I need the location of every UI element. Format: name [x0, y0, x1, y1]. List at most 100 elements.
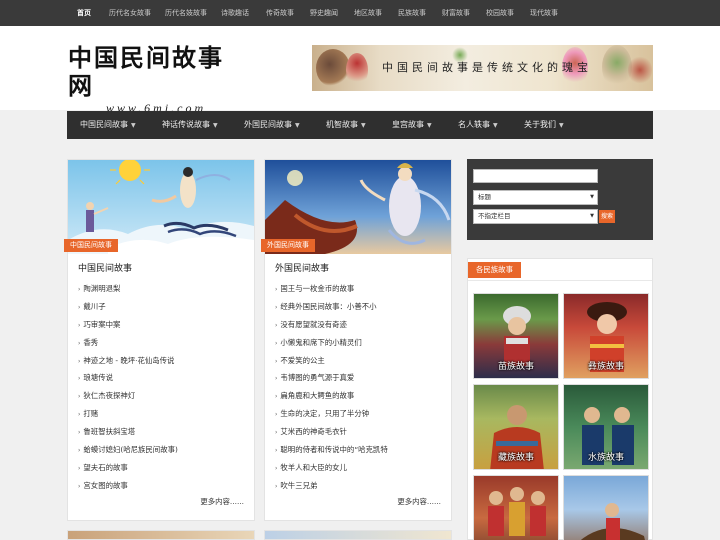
- thumb-caption: 藏族故事: [497, 453, 534, 463]
- bullet-arrow-icon: ›: [275, 447, 278, 455]
- chevron-down-icon: ▼: [295, 122, 300, 129]
- card-title[interactable]: 外国民间故事: [275, 261, 329, 274]
- thumb-caption: 苗族故事: [497, 362, 534, 372]
- nav-item-label: 关于我们: [524, 120, 556, 129]
- bullet-arrow-icon: ›: [275, 393, 278, 401]
- rider-photo: [580, 503, 645, 540]
- nav-item-label: 外国民间故事: [244, 120, 292, 129]
- thumb-yi[interactable]: 彝族故事: [563, 293, 649, 379]
- thumb-partial-2[interactable]: [563, 475, 649, 540]
- list-item[interactable]: › 望夫石的故事: [78, 459, 178, 477]
- topbar-link-home[interactable]: 首页: [77, 0, 91, 26]
- chevron-down-icon: ▼: [590, 194, 594, 200]
- list-item[interactable]: › 吹牛三兄弟: [275, 477, 388, 495]
- bullet-arrow-icon: ›: [78, 464, 81, 472]
- list-item[interactable]: › 宫女图的故事: [78, 477, 178, 495]
- header-banner: 中国民间故事是传统文化的瑰宝: [312, 45, 653, 91]
- list-item[interactable]: › 国王与一枚金币的故事: [275, 280, 388, 298]
- topbar-link-modern[interactable]: 现代故事: [530, 0, 558, 26]
- thumb-tibetan[interactable]: 藏族故事: [473, 384, 559, 470]
- thumb-shui[interactable]: 水族故事: [563, 384, 649, 470]
- list-item[interactable]: › 艾米西的神奇毛衣针: [275, 423, 388, 441]
- list-item[interactable]: › 巧审案中案: [78, 316, 178, 334]
- site-header: 中国民间故事网 www.6mj.com 中国民间故事是传统文化的瑰宝: [0, 26, 720, 116]
- story-list: › 陶渊明退梨 › 戴川子 › 巧审案中案 › 香秀 › 神迹之地 - 晚坪·花仙岛传说 …: [78, 280, 178, 495]
- category-badge[interactable]: 中国民间故事: [64, 239, 118, 252]
- thumb-miao[interactable]: 苗族故事: [473, 293, 559, 379]
- list-item[interactable]: › 鲁班智扶斜宝塔: [78, 423, 178, 441]
- bullet-arrow-icon: ›: [275, 321, 278, 329]
- nav-item-palace[interactable]: 皇宫故事 ▼: [392, 111, 432, 139]
- bullet-arrow-icon: ›: [78, 393, 81, 401]
- topbar-link-ethnic[interactable]: 民族故事: [398, 0, 426, 26]
- bullet-arrow-icon: ›: [78, 339, 81, 347]
- bullet-arrow-icon: ›: [78, 286, 81, 293]
- thumb-partial-1[interactable]: [473, 475, 559, 540]
- list-item[interactable]: › 生命的决定，只用了半分钟: [275, 405, 388, 423]
- search-input[interactable]: [473, 169, 598, 183]
- list-item[interactable]: › 神迹之地 - 晚坪·花仙岛传说: [78, 352, 178, 370]
- list-item[interactable]: › 小懒鬼和席下的小精灵们: [275, 334, 388, 352]
- list-item[interactable]: › 狄仁杰夜探神灯: [78, 387, 178, 405]
- category-card-foreign-folk: 外国民间故事 外国民间故事 › 国王与一枚金币的故事 › 经典外国民间故事：小善不小…: [261, 159, 452, 521]
- topbar-link-campus[interactable]: 校园故事: [486, 0, 514, 26]
- search-field-select[interactable]: 标题 ▼: [473, 190, 598, 205]
- topbar-link-legends[interactable]: 传奇故事: [266, 0, 294, 26]
- nav-item-about[interactable]: 关于我们 ▼: [524, 111, 564, 139]
- nav-item-chinese-folk[interactable]: 中国民间故事 ▼: [80, 111, 136, 139]
- nav-item-label: 机智故事: [326, 120, 358, 129]
- bullet-arrow-icon: ›: [275, 375, 278, 383]
- list-item[interactable]: › 不爱笑的公主: [275, 352, 388, 370]
- list-item[interactable]: › 扁角鹿和大鳄鱼的故事: [275, 387, 388, 405]
- category-badge[interactable]: 外国民间故事: [261, 239, 315, 252]
- more-link[interactable]: 更多内容......: [397, 496, 441, 507]
- site-logo[interactable]: 中国民间故事网 www.6mj.com: [68, 44, 248, 116]
- bullet-arrow-icon: ›: [275, 464, 278, 472]
- list-item[interactable]: › 聪明的侍者和传说中的“哈克凯特: [275, 441, 388, 459]
- topbar-link-anecdotes[interactable]: 野史趣闻: [310, 0, 338, 26]
- nav-item-celebrities[interactable]: 名人轶事 ▼: [458, 111, 498, 139]
- list-item[interactable]: › 戴川子: [78, 298, 178, 316]
- bullet-arrow-icon: ›: [78, 447, 81, 455]
- list-item[interactable]: › 没有愿望就没有奇迹: [275, 316, 388, 334]
- nav-item-myths[interactable]: 神话传说故事 ▼: [162, 111, 218, 139]
- nav-item-wit[interactable]: 机智故事 ▼: [326, 111, 366, 139]
- bullet-arrow-icon: ›: [275, 303, 278, 311]
- bullet-arrow-icon: ›: [275, 286, 278, 293]
- bullet-arrow-icon: ›: [78, 411, 81, 419]
- list-item[interactable]: › 陶渊明退梨: [78, 280, 178, 298]
- list-item[interactable]: › 香秀: [78, 334, 178, 352]
- nav-item-label: 名人轶事: [458, 120, 490, 129]
- list-item[interactable]: › 牧羊人和大臣的女儿: [275, 459, 388, 477]
- list-item[interactable]: › 经典外国民间故事：小善不小: [275, 298, 388, 316]
- bullet-arrow-icon: ›: [78, 321, 81, 329]
- banner-slogan: 中国民间故事是传统文化的瑰宝: [382, 61, 592, 74]
- topbar-link-poetry[interactable]: 诗歌趣话: [221, 0, 249, 26]
- bullet-arrow-icon: ›: [275, 339, 278, 347]
- search-column-select[interactable]: 不指定栏目 ▼: [473, 209, 598, 224]
- topbar-link-famous-women[interactable]: 历代名女故事: [109, 0, 151, 26]
- more-link[interactable]: 更多内容......: [200, 496, 244, 507]
- category-card-partial: [67, 530, 255, 540]
- group-photo: [488, 487, 546, 536]
- list-item[interactable]: › 韦博图的勇气源于真爱: [275, 369, 388, 387]
- top-bar: 首页 历代名女故事 历代名妓故事 诗歌趣话 传奇故事 野史趣闻 地区故事 民族故…: [0, 0, 720, 26]
- chevron-down-icon: ▼: [590, 213, 594, 219]
- topbar-link-wealth[interactable]: 财富故事: [442, 0, 470, 26]
- search-button[interactable]: 搜索: [599, 210, 615, 223]
- bullet-arrow-icon: ›: [78, 429, 81, 437]
- nav-item-foreign-folk[interactable]: 外国民间故事 ▼: [244, 111, 300, 139]
- story-list: › 国王与一枚金币的故事 › 经典外国民间故事：小善不小 › 没有愿望就没有奇迹 › 小…: [275, 280, 388, 495]
- list-item[interactable]: › 蛤蟆讨媳妇(哈尼族民间故事): [78, 441, 178, 459]
- card-title[interactable]: 中国民间故事: [78, 261, 132, 274]
- list-item[interactable]: › 琅塘传说: [78, 369, 178, 387]
- topbar-link-regional[interactable]: 地区故事: [354, 0, 382, 26]
- main-nav: 中国民间故事 ▼ 神话传说故事 ▼ 外国民间故事 ▼ 机智故事 ▼ 皇宫故事 ▼ 名人轶事…: [67, 111, 653, 139]
- bullet-arrow-icon: ›: [78, 482, 81, 490]
- bullet-arrow-icon: ›: [78, 375, 81, 383]
- list-item[interactable]: › 打赌: [78, 405, 178, 423]
- topbar-link-famous-courtesans[interactable]: 历代名妓故事: [165, 0, 207, 26]
- nav-item-label: 皇宫故事: [392, 120, 424, 129]
- bullet-arrow-icon: ›: [275, 357, 278, 365]
- thumb-caption: 彝族故事: [587, 362, 624, 372]
